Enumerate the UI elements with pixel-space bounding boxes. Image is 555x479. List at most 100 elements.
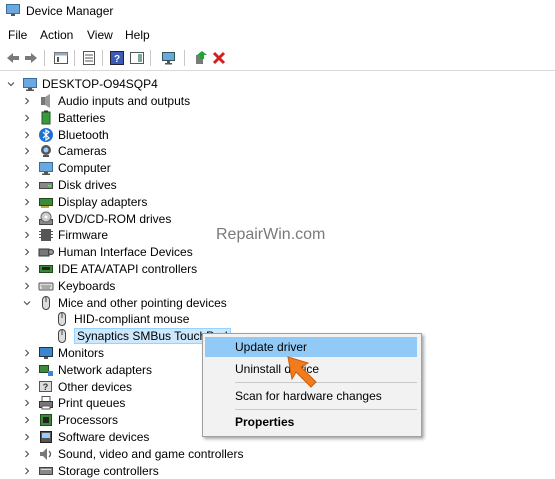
- tree-category-storage-controllers[interactable]: Storage controllers: [22, 463, 159, 479]
- storage-controller-icon: [38, 463, 54, 479]
- tree-category-label: Other devices: [58, 379, 133, 394]
- tree-category-label: Software devices: [58, 430, 150, 444]
- tree-category-disk-drives[interactable]: Disk drives: [22, 177, 117, 193]
- properties-icon[interactable]: [52, 49, 70, 67]
- title-bar: Device Manager: [0, 0, 555, 24]
- chevron-right-icon[interactable]: [22, 194, 32, 210]
- chevron-right-icon[interactable]: [22, 244, 32, 260]
- menu-item-update-driver[interactable]: Update driver: [205, 337, 417, 357]
- tree-category-processors[interactable]: Processors: [22, 412, 118, 428]
- chevron-right-icon[interactable]: [22, 395, 32, 411]
- mouse-icon: [38, 295, 54, 311]
- tree-category-human-interface-devices[interactable]: Human Interface Devices: [22, 244, 193, 260]
- tree-category-other-devices[interactable]: ? Other devices: [22, 379, 132, 395]
- tree-category-computer[interactable]: Computer: [22, 160, 111, 176]
- software-device-icon: [38, 429, 54, 445]
- chevron-right-icon[interactable]: [22, 93, 32, 109]
- ide-controller-icon: [38, 261, 54, 277]
- tree-category-bluetooth[interactable]: Bluetooth: [22, 127, 109, 143]
- chevron-right-icon[interactable]: [22, 211, 32, 227]
- tree-category-batteries[interactable]: Batteries: [22, 110, 105, 126]
- chevron-right-icon[interactable]: [22, 143, 32, 159]
- update-driver-icon[interactable]: [192, 49, 210, 67]
- tree-category-sound-video-and-game-controllers[interactable]: Sound, video and game controllers: [22, 446, 243, 462]
- window-title: Device Manager: [26, 4, 114, 18]
- menu-item-scan-hardware[interactable]: Scan for hardware changes: [205, 386, 417, 406]
- mouse-icon: [54, 311, 70, 327]
- tree-category-label: Keyboards: [58, 278, 116, 293]
- tree-category-audio-inputs-and-outputs[interactable]: Audio inputs and outputs: [22, 93, 190, 109]
- chevron-right-icon[interactable]: [22, 446, 32, 462]
- tree-root-label: DESKTOP-O94SQP4: [42, 77, 158, 91]
- back-icon[interactable]: [4, 49, 22, 67]
- toolbar-separator: [44, 50, 45, 66]
- chevron-right-icon[interactable]: [22, 177, 32, 193]
- tree-category-keyboards[interactable]: Keyboards: [22, 278, 115, 294]
- tree-category-mice-and-other-pointing-devices[interactable]: Mice and other pointing devices: [22, 295, 227, 311]
- chevron-down-icon[interactable]: [22, 295, 32, 311]
- menu-help[interactable]: Help: [125, 28, 150, 42]
- tree-category-label: Processors: [58, 413, 119, 428]
- tree-category-print-queues[interactable]: Print queues: [22, 395, 125, 411]
- chevron-right-icon[interactable]: [22, 261, 32, 277]
- tree-category-label: Disk drives: [58, 178, 117, 192]
- action-pane-icon[interactable]: [128, 49, 146, 67]
- tree-category-label: Cameras: [58, 144, 107, 159]
- uninstall-icon[interactable]: [210, 49, 228, 67]
- computer-icon: [38, 160, 54, 176]
- tree-device-label: HID-compliant mouse: [74, 312, 190, 327]
- tree-category-label: Firmware: [58, 228, 108, 243]
- menu-separator: [235, 409, 417, 410]
- tree-category-label: Batteries: [58, 110, 106, 125]
- tree-category-dvd-cd-rom-drives[interactable]: DVD/CD-ROM drives: [22, 211, 171, 227]
- tree-device-hid-compliant-mouse[interactable]: HID-compliant mouse: [54, 311, 189, 327]
- forward-icon[interactable]: [22, 49, 40, 67]
- battery-icon: [38, 110, 54, 126]
- tree-category-firmware[interactable]: Firmware: [22, 227, 108, 243]
- chevron-right-icon[interactable]: [22, 227, 32, 243]
- show-hide-icon[interactable]: [80, 49, 98, 67]
- menu-action[interactable]: Action: [40, 28, 73, 42]
- chevron-right-icon[interactable]: [22, 127, 32, 143]
- chevron-right-icon[interactable]: [22, 160, 32, 176]
- help-icon[interactable]: ?: [108, 49, 126, 67]
- tree-category-label: Bluetooth: [58, 127, 109, 142]
- speaker-icon: [38, 93, 54, 109]
- dvd-drive-icon: [38, 211, 54, 227]
- tree-category-label: Print queues: [58, 396, 126, 411]
- tree-category-label: Network adapters: [58, 362, 153, 377]
- toolbar: ?: [0, 46, 555, 71]
- monitor-icon: [38, 345, 54, 361]
- tree-root[interactable]: DESKTOP-O94SQP4: [6, 76, 158, 92]
- tree-category-label: Computer: [58, 161, 111, 176]
- chevron-right-icon[interactable]: [22, 379, 32, 395]
- chevron-right-icon[interactable]: [22, 362, 32, 378]
- tree-category-network-adapters[interactable]: Network adapters: [22, 362, 152, 378]
- other-devices-icon: ?: [38, 379, 54, 395]
- watermark-text: RepairWin.com: [216, 226, 326, 243]
- menu-file[interactable]: File: [8, 28, 27, 42]
- keyboard-icon: [38, 278, 54, 294]
- tree-category-ide-ata-atapi-controllers[interactable]: IDE ATA/ATAPI controllers: [22, 261, 197, 277]
- tree-category-label: Human Interface Devices: [58, 245, 193, 260]
- chevron-right-icon[interactable]: [22, 429, 32, 445]
- chevron-right-icon[interactable]: [22, 345, 32, 361]
- tree-category-label: Display adapters: [58, 194, 148, 209]
- tree-category-monitors[interactable]: Monitors: [22, 345, 104, 361]
- chevron-right-icon[interactable]: [22, 278, 32, 294]
- chevron-right-icon[interactable]: [22, 412, 32, 428]
- tree-category-label: Mice and other pointing devices: [58, 295, 227, 310]
- scan-hardware-icon[interactable]: [160, 49, 178, 67]
- tree-category-cameras[interactable]: Cameras: [22, 143, 107, 159]
- camera-icon: [38, 143, 54, 159]
- tree-category-label: Sound, video and game controllers: [58, 446, 244, 461]
- chevron-right-icon[interactable]: [22, 110, 32, 126]
- tree-category-software-devices[interactable]: Software devices: [22, 429, 149, 445]
- tree-category-label: Monitors: [58, 346, 105, 360]
- tree-category-display-adapters[interactable]: Display adapters: [22, 194, 147, 210]
- menu-item-properties[interactable]: Properties: [205, 412, 417, 432]
- printer-icon: [38, 395, 54, 411]
- menu-view[interactable]: View: [87, 28, 113, 42]
- chevron-down-icon[interactable]: [6, 76, 16, 92]
- chevron-right-icon[interactable]: [22, 463, 32, 479]
